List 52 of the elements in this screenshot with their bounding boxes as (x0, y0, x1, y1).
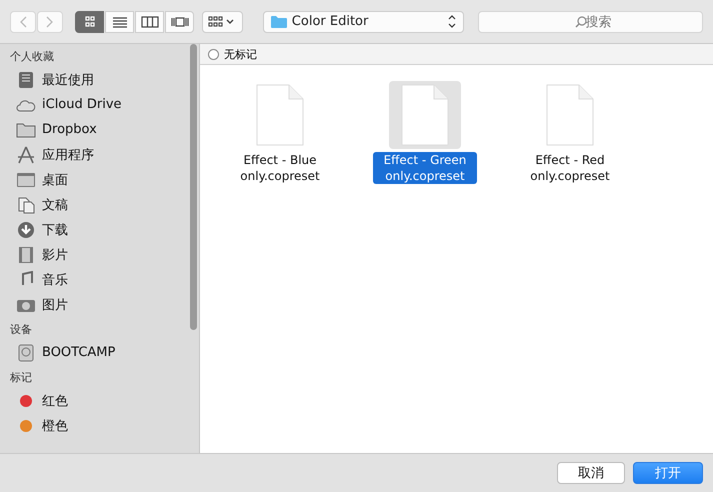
file-name[interactable]: Effect - Red only.copreset (518, 152, 622, 184)
scrollbar[interactable] (190, 44, 197, 330)
back-button[interactable] (10, 10, 36, 32)
sidebar-item[interactable]: 应用程序 (0, 142, 199, 167)
file-name[interactable]: Effect - Blue only.copreset (228, 152, 332, 184)
chevron-icon (448, 15, 456, 28)
document-icon (401, 84, 449, 146)
sidebar-item[interactable]: 文稿 (0, 192, 199, 217)
sidebar-item[interactable]: Dropbox (0, 117, 199, 142)
folder-icon (270, 15, 287, 28)
grid-icon (208, 16, 236, 28)
radio-button[interactable] (208, 48, 219, 60)
list-view-button[interactable] (105, 10, 134, 32)
tray-icon (16, 70, 36, 88)
drive-icon (16, 344, 36, 362)
forward-icon (46, 16, 54, 28)
forward-button[interactable] (37, 10, 63, 32)
document-icon (16, 196, 36, 214)
icons-view-button[interactable] (75, 10, 104, 32)
section-heading: 标记 (9, 370, 33, 386)
desktop-icon (16, 170, 36, 188)
sidebar-item[interactable]: BOOTCAMP (0, 340, 199, 365)
sidebar-item[interactable]: 下载 (0, 217, 199, 242)
columns-view-button[interactable] (135, 10, 164, 32)
coverflow-view-button[interactable] (165, 10, 194, 32)
sidebar-item[interactable]: 桌面 (0, 167, 199, 192)
file-thumbnail[interactable] (389, 81, 461, 149)
sidebar-item[interactable]: iCloud Drive (0, 92, 199, 117)
sidebar-item[interactable]: 最近使用 (0, 67, 199, 92)
columns-icon (140, 16, 158, 28)
film-icon (16, 246, 36, 264)
arrange-button[interactable] (202, 10, 243, 32)
sidebar-item[interactable]: 音乐 (0, 267, 199, 292)
sidebar-item[interactable]: 影片 (0, 242, 199, 267)
cancel-button[interactable]: 取消 (557, 462, 625, 484)
download-icon (16, 220, 36, 238)
coverflow-icon (170, 16, 188, 28)
search-icon (575, 16, 588, 28)
list-icon (110, 16, 128, 28)
sidebar-item[interactable]: 红色 (0, 388, 199, 413)
tag-filter-label: 无标记 (224, 46, 257, 62)
back-icon (19, 16, 27, 28)
document-icon (256, 84, 304, 146)
section-heading: 设备 (9, 322, 33, 338)
sidebar-item[interactable]: 图片 (0, 292, 199, 317)
folder-icon (16, 120, 36, 138)
document-icon (546, 84, 594, 146)
search-field[interactable]: 搜索 (478, 11, 703, 33)
location-popup[interactable]: Color Editor (262, 10, 464, 32)
sidebar-item[interactable]: 橙色 (0, 413, 199, 438)
section-heading: 个人收藏 (9, 49, 55, 65)
file-name[interactable]: Effect - Green only.copreset (373, 152, 477, 184)
